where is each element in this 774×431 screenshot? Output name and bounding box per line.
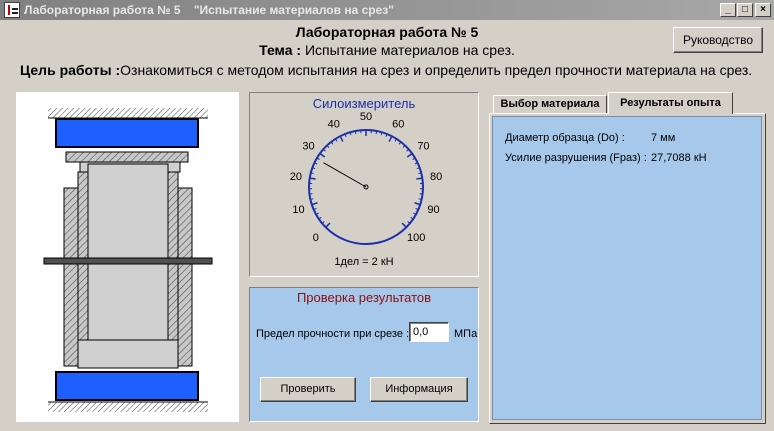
shear-strength-label: Предел прочности при срезе : bbox=[256, 328, 410, 340]
unit-label: МПа bbox=[454, 328, 478, 340]
app-icon[interactable] bbox=[4, 2, 20, 18]
window-title: Лабораторная работа № 5 "Испытание матер… bbox=[24, 3, 394, 17]
results-box: Диаметр образца (Dо) : 7 мм Усилие разру… bbox=[492, 116, 762, 420]
gauge-tick bbox=[318, 216, 322, 220]
gauge-tick bbox=[375, 130, 378, 135]
gauge-tick bbox=[354, 130, 357, 135]
force-gauge-panel: Силоизмеритель 0 10 20 30 40 50 60 70 80 90 100 1д… bbox=[249, 92, 479, 277]
gauge-scale-label: 90 bbox=[427, 204, 439, 216]
check-button[interactable]: Проверить bbox=[260, 377, 356, 402]
gauge-division-note: 1дел = 2 кН bbox=[334, 256, 393, 268]
theme-text: Испытание материалов на срез. bbox=[301, 42, 515, 58]
specimen-rod bbox=[43, 257, 213, 265]
info-button[interactable]: Информация bbox=[370, 377, 468, 402]
top-support-hatch bbox=[48, 108, 208, 118]
gauge-tick bbox=[416, 177, 423, 180]
gauge-needle bbox=[323, 162, 367, 188]
check-results-panel: Проверка результатов Предел прочности пр… bbox=[249, 287, 479, 422]
top-press-plate bbox=[55, 118, 199, 148]
lab-theme: Тема : Испытание материалов на срез. bbox=[0, 42, 774, 58]
title-bar: Лабораторная работа № 5 "Испытание матер… bbox=[0, 0, 774, 20]
check-title: Проверка результатов bbox=[296, 290, 432, 305]
theme-prefix: Тема : bbox=[259, 42, 302, 58]
gauge-scale-label: 100 bbox=[407, 232, 425, 244]
gauge-tick bbox=[414, 202, 421, 206]
gauge-scale-label: 60 bbox=[392, 119, 404, 131]
gauge-scale-label: 30 bbox=[302, 140, 314, 152]
minimize-button[interactable]: _ bbox=[720, 3, 736, 17]
diameter-value: 7 мм bbox=[651, 132, 676, 144]
gauge-tick bbox=[311, 202, 318, 206]
gauge-tick bbox=[401, 222, 407, 228]
maximize-button[interactable]: □ bbox=[737, 3, 753, 17]
gauge-tick bbox=[339, 135, 344, 142]
gauge-scale-label: 10 bbox=[292, 204, 304, 216]
goal-prefix: Цель работы : bbox=[20, 62, 121, 78]
plunger bbox=[87, 163, 169, 341]
gauge-tick bbox=[309, 177, 316, 180]
diameter-label: Диаметр образца (Dо) : bbox=[505, 132, 625, 144]
gauge-tick bbox=[325, 222, 331, 228]
force-gauge: 0 10 20 30 40 50 60 70 80 90 100 1дел = 2 кН bbox=[290, 111, 443, 268]
tab-test-results[interactable]: Результаты опыта bbox=[608, 92, 733, 114]
close-button[interactable]: × bbox=[755, 3, 771, 17]
gauge-tick bbox=[335, 138, 338, 142]
gauge-tick bbox=[310, 198, 314, 200]
lab-title: Лабораторная работа № 5 bbox=[295, 24, 479, 40]
gauge-tick bbox=[394, 138, 397, 142]
gauge-scale-label: 50 bbox=[360, 111, 372, 123]
right-inner-wall bbox=[167, 171, 179, 341]
gauge-scale-label: 20 bbox=[290, 171, 302, 183]
force-label: Усилие разрушения (Fраз) : bbox=[505, 152, 647, 164]
gauge-tick bbox=[410, 216, 414, 220]
gauge-tick bbox=[319, 152, 326, 158]
bottom-support-hatch bbox=[48, 402, 208, 412]
gauge-scale-label: 70 bbox=[417, 140, 429, 152]
guide-button[interactable]: Руководство bbox=[673, 27, 763, 53]
goal-text: Ознакомиться с методом испытания на срез… bbox=[120, 62, 753, 78]
gauge-ticks bbox=[309, 130, 423, 228]
gauge-scale-label: 80 bbox=[430, 171, 442, 183]
gauge-tick bbox=[406, 152, 413, 158]
shear-strength-input[interactable] bbox=[409, 322, 449, 342]
gauge-scale-label: 0 bbox=[313, 232, 319, 244]
left-outer-wall bbox=[63, 187, 79, 367]
shear-press-diagram bbox=[16, 92, 239, 422]
base-block bbox=[77, 339, 179, 369]
top-cap bbox=[65, 151, 189, 163]
gauge-scale-label: 40 bbox=[328, 119, 340, 131]
lab-goal: Цель работы :Ознакомиться с методом испы… bbox=[20, 62, 752, 78]
bottom-press-plate bbox=[55, 371, 199, 401]
right-outer-wall bbox=[177, 187, 193, 367]
left-inner-wall bbox=[77, 171, 89, 341]
tab-material-selection[interactable]: Выбор материала bbox=[493, 95, 607, 113]
force-value: 27,7088 кН bbox=[651, 152, 707, 164]
gauge-tick bbox=[418, 198, 422, 200]
gauge-tick bbox=[388, 135, 393, 142]
